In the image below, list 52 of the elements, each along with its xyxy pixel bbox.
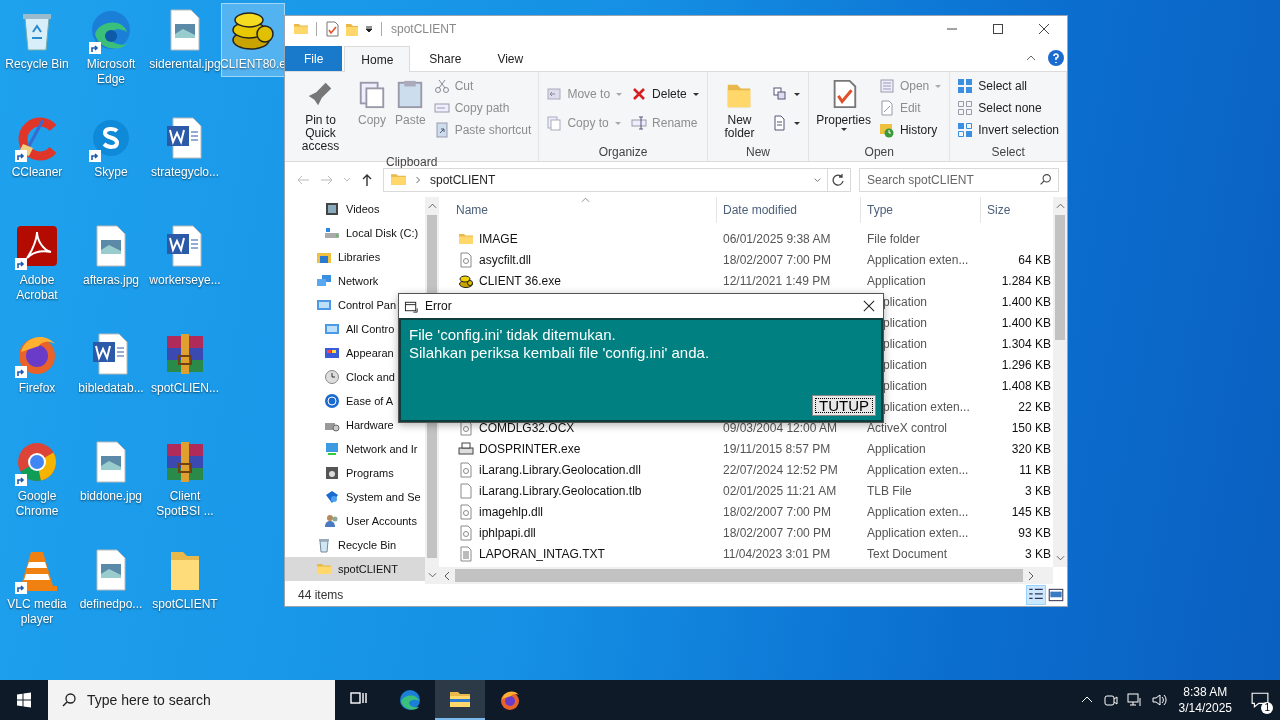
file-type: Application: [867, 273, 926, 288]
file-type: ActiveX control: [867, 420, 948, 435]
ribbon-group-label: Clipboard: [385, 155, 439, 169]
file-type: plication: [883, 336, 928, 351]
window-title: spotCLIENT: [391, 21, 457, 36]
file-type: Application exten...: [867, 252, 969, 267]
file-size: 22 KB: [1018, 399, 1051, 414]
file-type: plication: [883, 294, 928, 309]
ribbon-group-label: New: [745, 145, 771, 161]
file-size: 320 KB: [1011, 441, 1051, 456]
file-size: 1.400 KB: [1001, 315, 1051, 330]
file-size: 1.408 KB: [1001, 378, 1051, 393]
date-modified: 19/11/2015 8:57 PM: [723, 441, 831, 456]
date-modified: 02/01/2025 11:21 AM: [723, 483, 837, 498]
date-modified: 18/02/2007 7:00 PM: [723, 252, 832, 267]
ribbon-group-label: Open: [863, 145, 895, 161]
file-size: 93 KB: [1018, 525, 1051, 540]
file-type: Application exten...: [867, 462, 969, 477]
date-modified: 09/03/2004 12:00 AM: [723, 420, 838, 435]
date-modified: 12/11/2021 1:49 PM: [723, 273, 831, 288]
file-type: plication: [883, 315, 928, 330]
file-size: 3 KB: [1025, 546, 1051, 561]
file-type: Application exten...: [867, 504, 969, 519]
ribbon-group-label: Select: [990, 145, 1026, 161]
date-modified: 18/02/2007 7:00 PM: [723, 504, 832, 519]
file-size: 1.304 KB: [1001, 336, 1051, 351]
file-size: 64 KB: [1018, 252, 1051, 267]
file-size: 3 KB: [1025, 483, 1051, 498]
file-type: Text Document: [867, 546, 948, 561]
file-type: Application: [867, 441, 926, 456]
item-count: 44 items: [298, 588, 344, 602]
file-size: 150 KB: [1011, 420, 1051, 435]
notification-count: 1: [1261, 702, 1273, 714]
file-size: 1.400 KB: [1001, 294, 1051, 309]
error-message: Silahkan periksa kembali file 'config.ini' anda.: [409, 344, 710, 362]
file-type: Application exten...: [867, 525, 969, 540]
date-modified: 11/04/2023 3:01 PM: [723, 546, 831, 561]
file-type: plication: [883, 378, 928, 393]
dialog-title: Error: [425, 299, 452, 313]
error-message: File 'config.ini' tidak ditemukan.: [409, 326, 616, 344]
file-size: 11 KB: [1019, 462, 1051, 477]
date-modified: 22/07/2024 12:52 PM: [723, 462, 838, 477]
file-size: 1.284 KB: [1001, 273, 1051, 288]
ribbon-group-label: Organize: [597, 145, 649, 161]
file-type: plication exten...: [883, 399, 970, 414]
file-size: 145 KB: [1011, 504, 1051, 519]
file-type: plication: [883, 357, 928, 372]
date-modified: 06/01/2025 9:38 AM: [723, 231, 831, 246]
date-modified: 18/02/2007 7:00 PM: [723, 525, 832, 540]
file-type: TLB File: [867, 483, 912, 498]
file-type: File folder: [867, 231, 920, 246]
file-size: 1.296 KB: [1001, 357, 1051, 372]
